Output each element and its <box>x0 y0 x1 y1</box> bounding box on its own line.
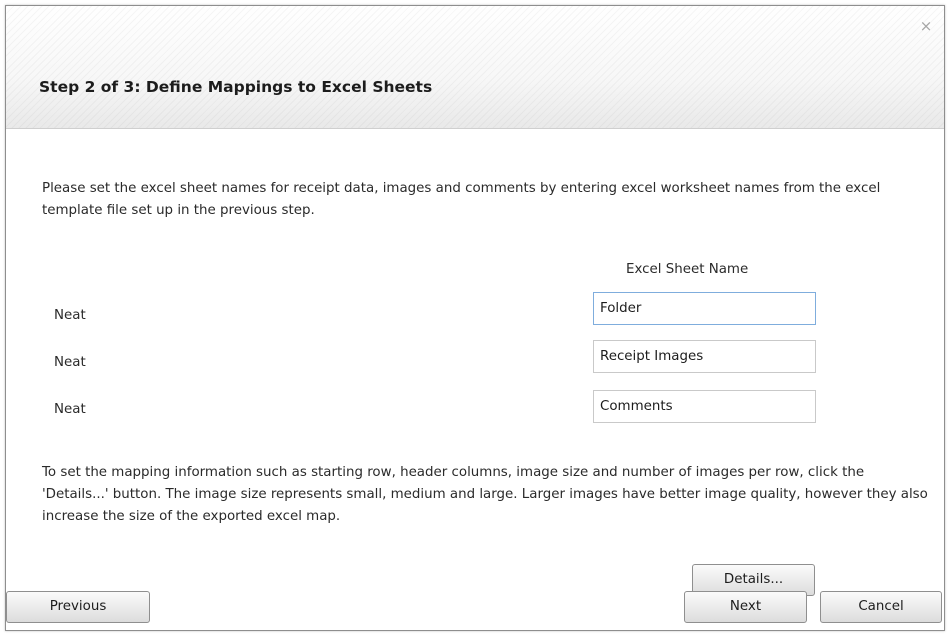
cancel-button[interactable]: Cancel <box>820 591 942 623</box>
excel-sheet-name-column-header: Excel Sheet Name <box>626 262 749 277</box>
next-button[interactable]: Next <box>684 591 807 623</box>
dialog-title: Step 2 of 3: Define Mappings to Excel Sh… <box>39 78 433 96</box>
dialog-header: × Step 2 of 3: Define Mappings to Excel … <box>6 6 944 129</box>
comments-sheet-name-input[interactable] <box>593 390 816 423</box>
intro-text: Please set the excel sheet names for rec… <box>42 181 881 218</box>
screen-background: × Step 2 of 3: Define Mappings to Excel … <box>0 0 951 638</box>
folder-sheet-name-input[interactable] <box>593 292 816 325</box>
receipt-images-sheet-name-input[interactable] <box>593 340 816 373</box>
close-icon[interactable]: × <box>918 18 934 34</box>
row-label-comments: Neat <box>54 402 86 417</box>
wizard-dialog: × Step 2 of 3: Define Mappings to Excel … <box>5 5 945 631</box>
details-help-text: To set the mapping information such as s… <box>42 465 928 524</box>
row-label-receipt-images: Neat <box>54 355 86 370</box>
row-label-folder: Neat <box>54 308 86 323</box>
previous-button[interactable]: Previous <box>6 591 150 623</box>
